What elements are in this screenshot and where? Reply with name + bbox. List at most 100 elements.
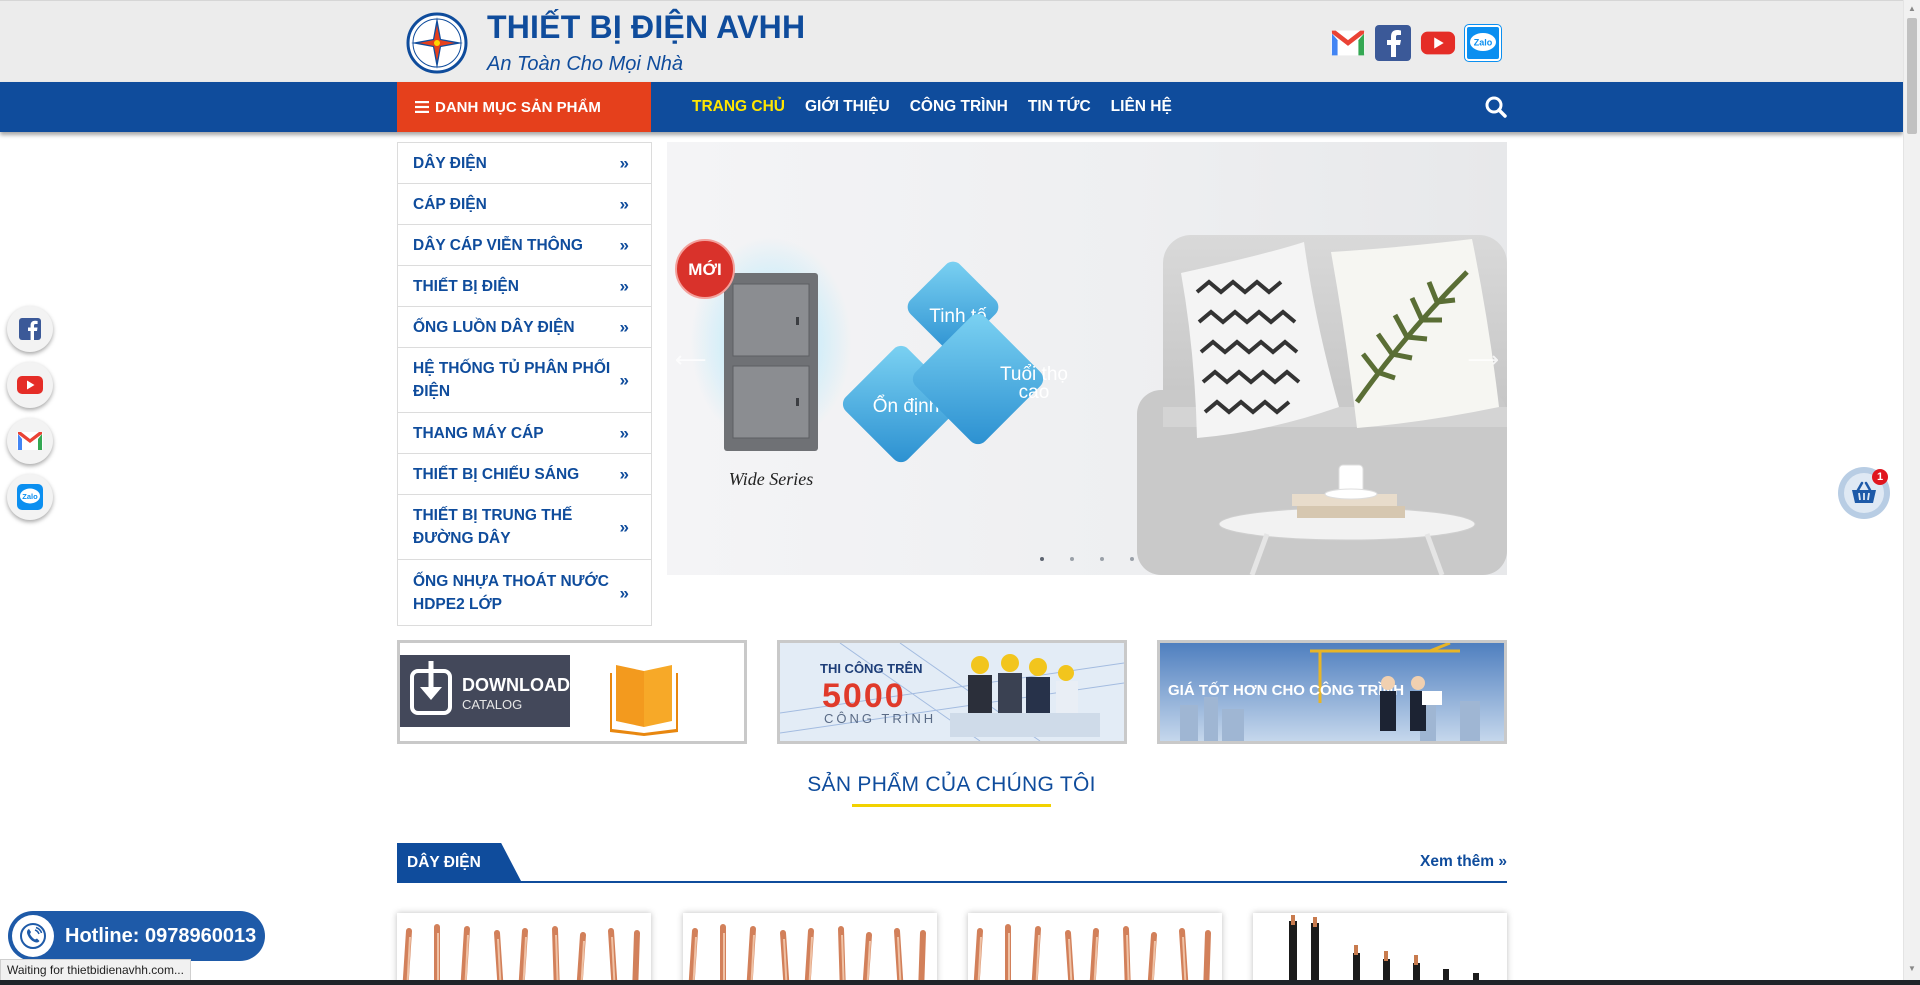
catalog-line1: DOWNLOAD bbox=[462, 675, 570, 695]
svg-text:Zalo: Zalo bbox=[22, 492, 38, 501]
nav-links: TRANG CHỦ GIỚI THIỆU CÔNG TRÌNH TIN TỨC … bbox=[692, 82, 1172, 132]
category-item[interactable]: HỆ THỐNG TỦ PHÂN PHỐI ĐIỆN » bbox=[398, 348, 651, 413]
category-item[interactable]: THIẾT BỊ TRUNG THẾ ĐƯỜNG DÂY » bbox=[398, 495, 651, 560]
hotline-text: Hotline: 0978960013 bbox=[65, 924, 257, 947]
category-label: ỐNG LUỒN DÂY ĐIỆN bbox=[413, 318, 575, 336]
projects-number: 5000 bbox=[822, 677, 906, 715]
copper-wire-image bbox=[688, 924, 926, 985]
book-icon bbox=[610, 665, 678, 736]
hamburger-icon bbox=[415, 101, 429, 113]
chevron-right-icon: » bbox=[619, 464, 629, 484]
main-nav: DANH MỤC SẢN PHẨM TRANG CHỦ GIỚI THIỆU C… bbox=[0, 82, 1903, 132]
chevron-right-icon: » bbox=[619, 423, 629, 443]
price-banner[interactable]: GIÁ TỐT HƠN CHO CÔNG TRÌNH bbox=[1157, 640, 1507, 744]
slider-dot[interactable] bbox=[1040, 557, 1044, 561]
facebook-icon[interactable] bbox=[1375, 25, 1411, 61]
category-item[interactable]: ỐNG NHỰA THOÁT NƯỚC HDPE2 LỚP » bbox=[398, 560, 651, 625]
page-scrollbar[interactable]: ▲ ▼ bbox=[1903, 0, 1920, 980]
view-more-link[interactable]: Xem thêm » bbox=[1420, 853, 1507, 871]
category-label: CÁP ĐIỆN bbox=[413, 195, 487, 213]
gmail-icon[interactable] bbox=[1330, 25, 1366, 61]
product-tab-line bbox=[397, 881, 1507, 883]
category-item[interactable]: THIẾT BỊ ĐIỆN » bbox=[398, 266, 651, 307]
category-label: THIẾT BỊ TRUNG THẾ ĐƯỜNG DÂY bbox=[413, 507, 573, 547]
slider-dot[interactable] bbox=[1130, 557, 1134, 561]
category-item[interactable]: DÂY CÁP VIỄN THÔNG » bbox=[398, 225, 651, 266]
slider-dot[interactable] bbox=[1070, 557, 1074, 561]
category-label: ỐNG NHỰA THOÁT NƯỚC HDPE2 LỚP bbox=[413, 572, 609, 613]
shopping-basket-icon bbox=[1852, 481, 1876, 503]
page: THIẾT BỊ ĐIỆN AVHH An Toàn Cho Mọi Nhà Z… bbox=[0, 0, 1920, 985]
category-item[interactable]: ỐNG LUỒN DÂY ĐIỆN » bbox=[398, 307, 651, 348]
slider-image: MỚI Wide Series Tinh tế Ổn định Tuổi thọ… bbox=[675, 235, 1507, 575]
gmail-icon[interactable] bbox=[7, 418, 53, 464]
chevron-right-icon: » bbox=[619, 317, 629, 337]
nav-link-home[interactable]: TRANG CHỦ bbox=[692, 98, 785, 116]
category-item[interactable]: DÂY ĐIỆN » bbox=[398, 143, 651, 184]
scrollbar-thumb[interactable] bbox=[1907, 18, 1917, 134]
catalog-banner[interactable]: DOWNLOAD CATALOG bbox=[397, 640, 747, 744]
chevron-right-icon: » bbox=[619, 153, 629, 173]
product-card[interactable] bbox=[1253, 913, 1507, 985]
floating-social-bar: Zalo bbox=[7, 306, 53, 520]
projects-line2: CÔNG TRÌNH bbox=[824, 711, 936, 726]
product-card[interactable] bbox=[683, 913, 937, 985]
nav-link-contact[interactable]: LIÊN HỆ bbox=[1111, 98, 1172, 116]
svg-text:Zalo: Zalo bbox=[1474, 38, 1493, 48]
phone-icon bbox=[20, 923, 46, 949]
product-card[interactable] bbox=[397, 913, 651, 985]
category-label: THIẾT BỊ ĐIỆN bbox=[413, 277, 519, 295]
category-label: THIẾT BỊ CHIẾU SÁNG bbox=[413, 465, 580, 483]
nav-link-news[interactable]: TIN TỨC bbox=[1028, 98, 1091, 116]
category-item[interactable]: CÁP ĐIỆN » bbox=[398, 184, 651, 225]
nav-link-about[interactable]: GIỚI THIỆU bbox=[805, 98, 890, 116]
youtube-icon[interactable] bbox=[7, 362, 53, 408]
slider-dots bbox=[1040, 557, 1134, 561]
header-social-links: Zalo bbox=[1330, 25, 1501, 61]
category-menu-button[interactable]: DANH MỤC SẢN PHẨM bbox=[397, 82, 651, 132]
category-label: DÂY ĐIỆN bbox=[413, 154, 487, 172]
cart-count-badge: 1 bbox=[1872, 469, 1888, 485]
copper-wire-image bbox=[973, 924, 1211, 985]
category-item[interactable]: THANG MÁY CÁP » bbox=[398, 413, 651, 454]
zalo-icon[interactable]: Zalo bbox=[7, 474, 53, 520]
zalo-icon[interactable]: Zalo bbox=[1465, 25, 1501, 61]
catalog-line2: CATALOG bbox=[462, 697, 522, 712]
category-item[interactable]: THIẾT BỊ CHIẾU SÁNG » bbox=[398, 454, 651, 495]
category-label: HỆ THỐNG TỦ PHÂN PHỐI ĐIỆN bbox=[413, 360, 611, 400]
slider-next-arrow[interactable]: ⟶ bbox=[1467, 347, 1499, 373]
projects-banner[interactable]: THI CÔNG TRÊN 5000 CÔNG TRÌNH bbox=[777, 640, 1127, 744]
copper-wire-image bbox=[402, 924, 640, 985]
scroll-down-icon[interactable]: ▼ bbox=[1908, 964, 1916, 973]
site-title[interactable]: THIẾT BỊ ĐIỆN AVHH bbox=[487, 9, 805, 46]
nav-link-projects[interactable]: CÔNG TRÌNH bbox=[910, 98, 1008, 116]
chevron-right-icon: » bbox=[619, 517, 629, 537]
product-category-tab[interactable]: DÂY ĐIỆN bbox=[397, 843, 521, 881]
youtube-icon[interactable] bbox=[1420, 25, 1456, 61]
section-title-underline bbox=[852, 804, 1051, 807]
hotline-button[interactable]: Hotline: 0978960013 bbox=[8, 911, 265, 961]
scroll-up-icon[interactable]: ▲ bbox=[1908, 4, 1916, 13]
section-title: SẢN PHẨM CỦA CHÚNG TÔI bbox=[807, 773, 1096, 796]
category-menu-label: DANH MỤC SẢN PHẨM bbox=[435, 98, 601, 116]
projects-line1: THI CÔNG TRÊN bbox=[820, 661, 923, 676]
site-logo[interactable] bbox=[405, 11, 469, 75]
chevron-right-icon: » bbox=[619, 583, 629, 602]
new-badge-text: MỚI bbox=[688, 260, 721, 279]
slider-dot[interactable] bbox=[1100, 557, 1104, 561]
search-icon[interactable] bbox=[1483, 94, 1509, 120]
cart-button[interactable]: 1 bbox=[1838, 467, 1890, 519]
chevron-right-icon: » bbox=[619, 235, 629, 255]
product-caption: Wide Series bbox=[729, 469, 813, 489]
browser-status-bar: Waiting for thietbidienavhh.com... bbox=[0, 959, 191, 981]
price-banner-text: GIÁ TỐT HƠN CHO CÔNG TRÌNH bbox=[1168, 681, 1404, 699]
chevron-right-icon: » bbox=[619, 276, 629, 296]
site-slogan: An Toàn Cho Mọi Nhà bbox=[487, 53, 684, 75]
top-header: THIẾT BỊ ĐIỆN AVHH An Toàn Cho Mọi Nhà Z… bbox=[0, 0, 1903, 82]
chevron-right-icon: » bbox=[619, 370, 629, 390]
chevron-right-icon: » bbox=[619, 194, 629, 214]
facebook-icon[interactable] bbox=[7, 306, 53, 352]
product-card[interactable] bbox=[968, 913, 1222, 985]
slider-prev-arrow[interactable]: ⟵ bbox=[675, 347, 707, 373]
hero-slider[interactable]: MỚI Wide Series Tinh tế Ổn định Tuổi thọ… bbox=[667, 142, 1507, 575]
